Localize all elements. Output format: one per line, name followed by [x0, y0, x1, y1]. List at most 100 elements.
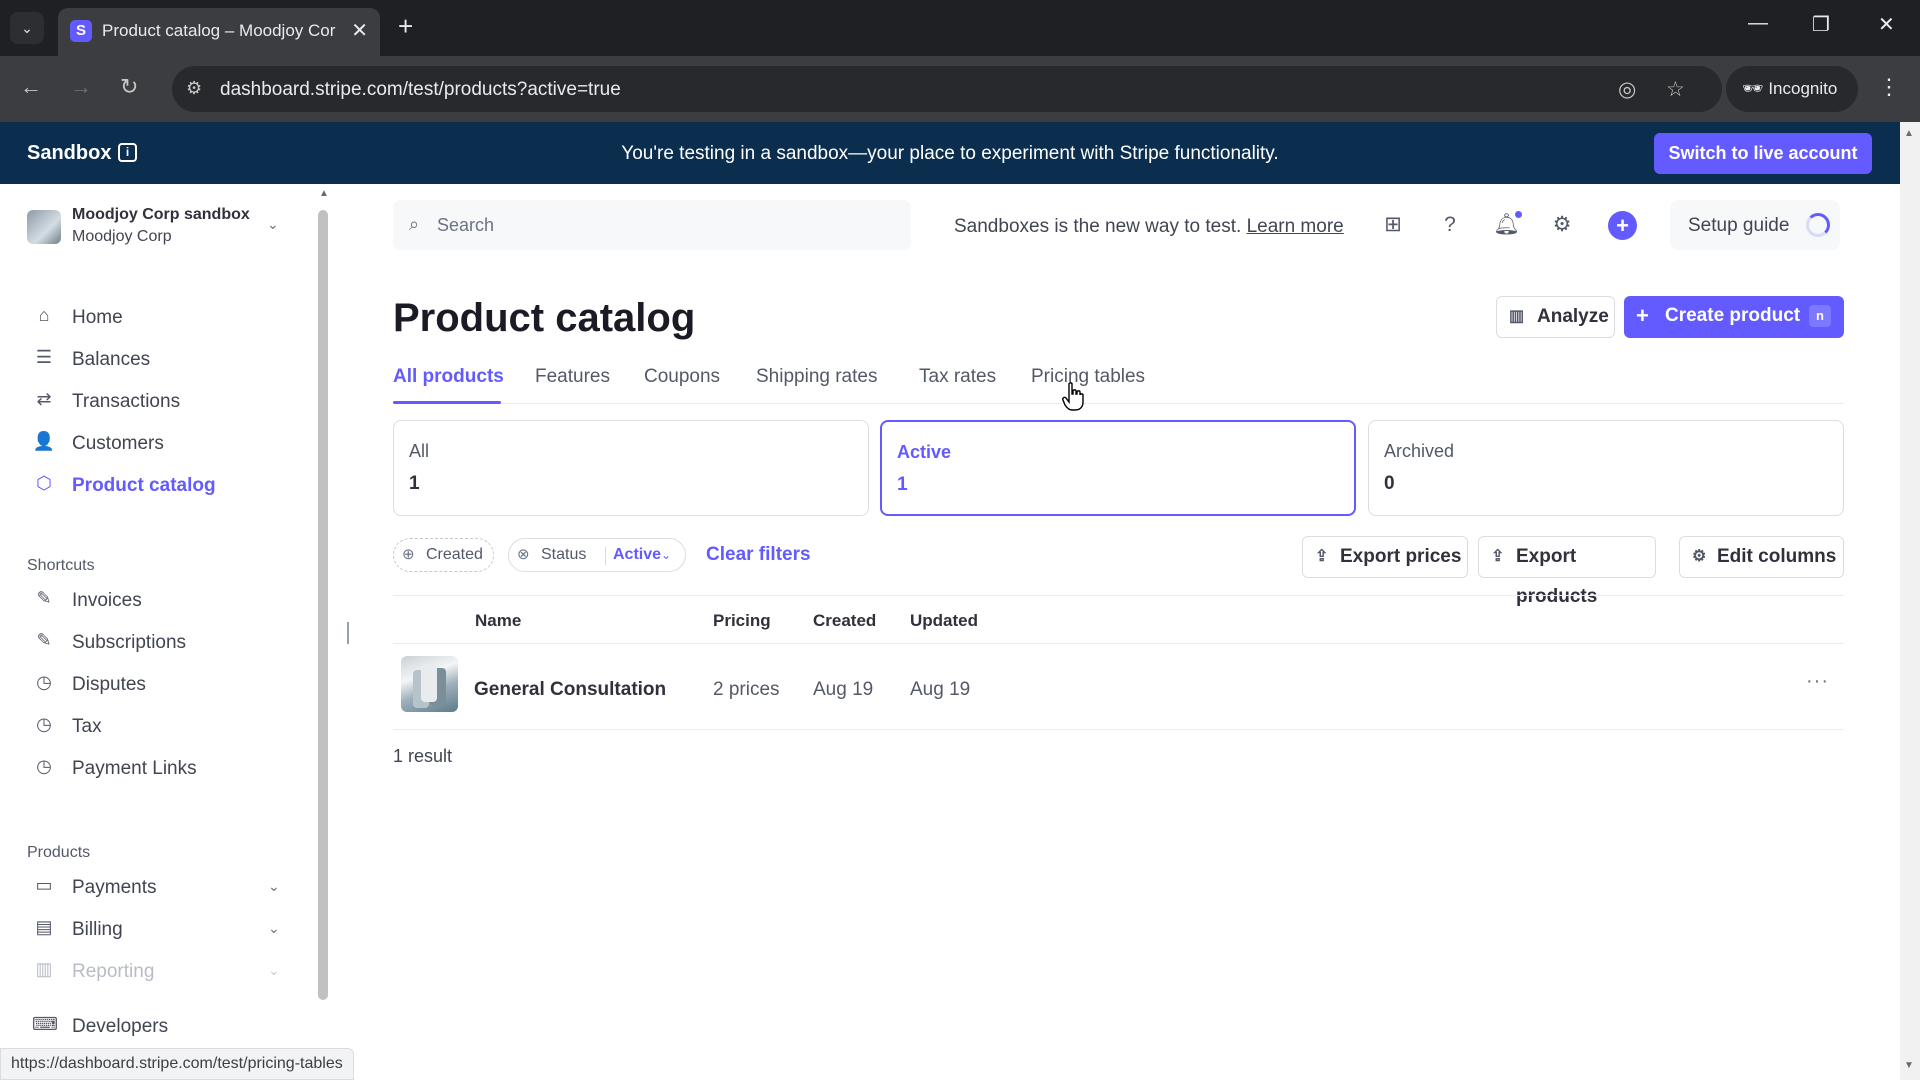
sidebar-item-home[interactable]: ⌂ Home: [32, 300, 292, 334]
sidebar-item-label: Home: [72, 307, 123, 328]
search-icon: ⌕: [409, 214, 420, 234]
count-card-archived[interactable]: Archived 0: [1368, 420, 1844, 516]
row-actions-icon[interactable]: ···: [1806, 670, 1829, 693]
incognito-label: Incognito: [1768, 79, 1838, 98]
status-bar-url: https://dashboard.stripe.com/test/pricin…: [0, 1048, 354, 1080]
site-info-icon[interactable]: ⚙: [186, 78, 202, 99]
sidebar-item-disputes[interactable]: ◷ Disputes: [32, 667, 292, 701]
column-header-pricing[interactable]: Pricing: [713, 611, 771, 631]
sidebar-item-customers[interactable]: 👤 Customers: [32, 426, 292, 460]
switch-to-live-button[interactable]: Switch to live account: [1654, 133, 1872, 174]
create-plus-icon[interactable]: +: [1608, 211, 1637, 240]
sidebar-item-invoices[interactable]: ✎ Invoices: [32, 583, 292, 617]
incognito-icon: 🕶: [1742, 79, 1764, 98]
sidebar-item-tax[interactable]: ◷ Tax: [32, 709, 292, 743]
analyze-button[interactable]: ▥ Analyze: [1496, 296, 1615, 338]
sidebar-resize-handle[interactable]: [347, 622, 349, 644]
sidebar-item-developers[interactable]: ⌨ Developers: [32, 1009, 292, 1043]
page-scrollbar[interactable]: ▲ ▼: [1900, 122, 1920, 1080]
scroll-down-icon[interactable]: ▼: [1904, 1060, 1914, 1071]
edit-columns-button[interactable]: ⚙ Edit columns: [1679, 536, 1844, 578]
tab-title: Product catalog – Moodjoy Cor: [102, 21, 336, 40]
search-input[interactable]: ⌕ Search: [393, 200, 911, 250]
sidebar-item-transactions[interactable]: ⇄ Transactions: [32, 384, 292, 418]
export-prices-button[interactable]: ⇪ Export prices: [1302, 536, 1468, 578]
column-header-updated[interactable]: Updated: [910, 611, 978, 631]
new-tab-icon[interactable]: +: [398, 12, 413, 40]
help-icon[interactable]: ?: [1437, 212, 1463, 238]
export-products-button[interactable]: ⇪ Export products: [1478, 536, 1656, 607]
eye-off-icon[interactable]: ◎: [1618, 77, 1636, 102]
url-text[interactable]: dashboard.stripe.com/test/products?activ…: [220, 79, 621, 101]
sidebar-scrollbar[interactable]: [318, 210, 328, 1000]
window-close-icon[interactable]: ✕: [1878, 12, 1895, 37]
plus-icon: +: [1636, 303, 1649, 328]
export-products-label: Export products: [1516, 546, 1598, 607]
product-thumbnail: [401, 656, 458, 712]
count-card-active[interactable]: Active 1: [880, 420, 1356, 516]
sidebar-item-label: Tax: [72, 716, 102, 737]
dashboard-page: Moodjoy Corp sandbox Moodjoy Corp ⌄ ⌂ Ho…: [0, 184, 1920, 1080]
sidebar-item-payment-links[interactable]: ◷ Payment Links: [32, 751, 292, 785]
sidebar-item-balances[interactable]: ☰ Balances: [32, 342, 292, 376]
sandbox-promo: Sandboxes is the new way to test. Learn …: [954, 216, 1344, 238]
card-label: All: [409, 441, 430, 461]
status-filter-chip[interactable]: ⊗ Status Active ⌄: [508, 538, 686, 572]
apps-icon[interactable]: ⊞: [1380, 212, 1406, 238]
export-prices-label: Export prices: [1340, 546, 1462, 567]
account-org: Moodjoy Corp: [72, 228, 172, 245]
product-pricing: 2 prices: [713, 679, 780, 700]
pin-icon: ✎: [36, 630, 52, 650]
close-tab-icon[interactable]: ✕: [351, 18, 368, 43]
product-name[interactable]: General Consultation: [474, 679, 666, 701]
reporting-icon: ▥: [35, 959, 53, 979]
restore-icon[interactable]: ❐: [1812, 12, 1830, 37]
count-card-all[interactable]: All 1: [393, 420, 869, 516]
sidebar-scroll-up-icon[interactable]: ▲: [319, 188, 329, 199]
shortcuts-heading: Shortcuts: [27, 557, 95, 574]
sidebar-item-billing[interactable]: ▤ Billing ⌄: [32, 912, 292, 946]
incognito-badge[interactable]: 🕶 Incognito: [1726, 66, 1858, 112]
column-header-created[interactable]: Created: [813, 611, 876, 631]
back-icon[interactable]: ←: [20, 74, 42, 100]
account-switcher[interactable]: Moodjoy Corp sandbox Moodjoy Corp ⌄: [27, 206, 297, 254]
column-header-name[interactable]: Name: [475, 611, 521, 631]
sidebar-item-payments[interactable]: ▭ Payments ⌄: [32, 870, 292, 904]
reload-icon[interactable]: ↻: [120, 74, 138, 100]
forward-icon[interactable]: →: [70, 74, 92, 100]
learn-more-link[interactable]: Learn more: [1247, 216, 1344, 237]
status-filter-label: Status: [541, 546, 587, 563]
result-count: 1 result: [393, 746, 453, 766]
tab-tax-rates[interactable]: Tax rates: [919, 366, 996, 388]
hand-cursor-icon: [1062, 382, 1084, 411]
setup-guide-button[interactable]: Setup guide: [1670, 200, 1840, 250]
clear-filters-link[interactable]: Clear filters: [706, 544, 811, 566]
tab-search-chevron-icon[interactable]: ⌄: [10, 12, 44, 44]
browser-tab[interactable]: S Product catalog – Moodjoy Cor ✕: [58, 8, 380, 56]
create-product-button[interactable]: + Create product n: [1624, 296, 1844, 338]
created-filter-chip[interactable]: ⊕ Created: [393, 538, 494, 572]
sandbox-banner: Sandbox i You're testing in a sandbox—yo…: [0, 122, 1920, 184]
tab-all-products[interactable]: All products: [393, 366, 504, 388]
browser-menu-icon[interactable]: ⋮: [1878, 74, 1900, 100]
sidebar-item-label: Developers: [72, 1016, 169, 1037]
tab-shipping-rates[interactable]: Shipping rates: [756, 366, 877, 388]
sidebar-item-label: Invoices: [72, 590, 142, 611]
bookmark-star-icon[interactable]: ☆: [1666, 77, 1685, 102]
gear-icon[interactable]: ⚙: [1549, 212, 1575, 238]
remove-filter-icon[interactable]: ⊗: [517, 539, 530, 571]
sidebar-item-subscriptions[interactable]: ✎ Subscriptions: [32, 625, 292, 659]
address-bar[interactable]: ⚙ dashboard.stripe.com/test/products?act…: [172, 66, 1722, 112]
created-filter-label: Created: [426, 546, 483, 563]
tab-features[interactable]: Features: [535, 366, 610, 388]
product-created: Aug 19: [813, 679, 874, 700]
sidebar-item-product-catalog[interactable]: ⬡ Product catalog: [32, 468, 292, 502]
sidebar-item-reporting[interactable]: ▥ Reporting ⌄: [32, 954, 292, 988]
chevron-down-icon: ⌄: [661, 548, 672, 562]
tab-pricing-tables[interactable]: Pricing tables: [1031, 366, 1145, 388]
minimize-icon[interactable]: —: [1748, 12, 1768, 35]
scroll-up-icon[interactable]: ▲: [1904, 128, 1914, 139]
products-heading: Products: [27, 844, 91, 861]
browser-toolbar: ← → ↻ ⚙ dashboard.stripe.com/test/produc…: [0, 56, 1920, 122]
tab-coupons[interactable]: Coupons: [644, 366, 720, 388]
